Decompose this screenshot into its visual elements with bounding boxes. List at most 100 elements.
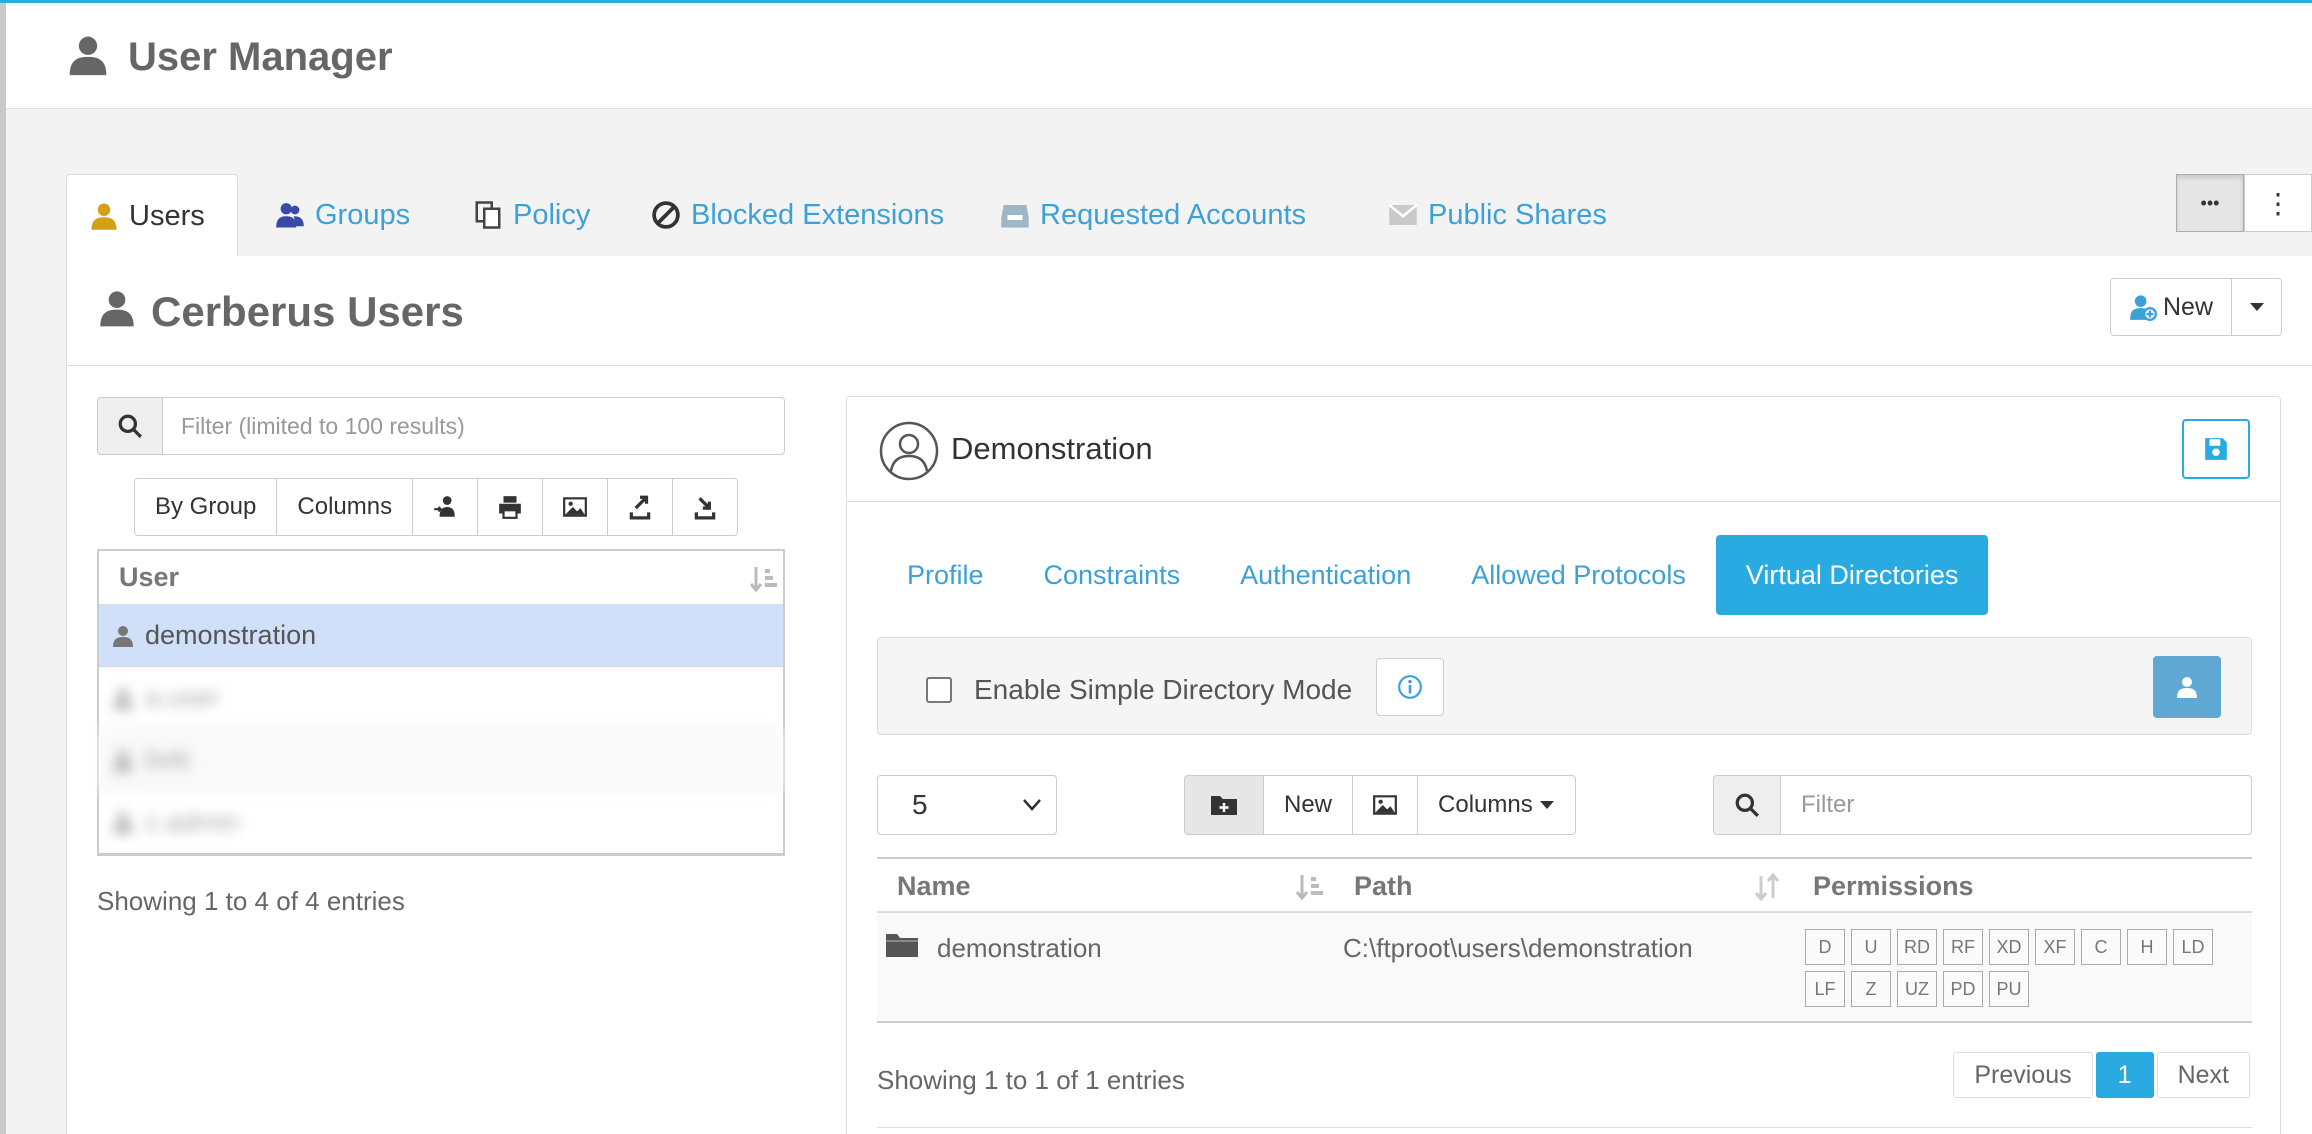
permission-badge[interactable]: XF — [2035, 929, 2075, 965]
sort-icon[interactable] — [1295, 873, 1325, 901]
permission-badges: D U RD RF XD XF C H LD LF Z UZ PD PU — [1805, 929, 2225, 1007]
tab-label: Groups — [315, 198, 411, 231]
user-row[interactable]: bob — [99, 729, 783, 791]
detail-header: Demonstration — [847, 397, 2280, 502]
tab-virtual-directories[interactable]: Virtual Directories — [1715, 535, 1989, 615]
columns-label: Columns — [1438, 791, 1533, 818]
permission-badge[interactable]: UZ — [1897, 971, 1937, 1007]
save-button[interactable] — [2182, 419, 2250, 479]
avatar-icon — [879, 421, 939, 481]
app-header: User Manager — [6, 3, 2312, 109]
tab-blocked-extensions[interactable]: Blocked Extensions — [629, 174, 966, 256]
copy-user-button[interactable] — [412, 478, 479, 536]
tab-label: Requested Accounts — [1040, 198, 1307, 231]
permission-badge[interactable]: RD — [1897, 929, 1937, 965]
columns-dropdown-button[interactable]: Columns — [1417, 775, 1576, 835]
user-grid-tools: By Group Columns — [134, 478, 739, 536]
user-column-header[interactable]: User — [99, 551, 783, 605]
permission-badge[interactable]: Z — [1851, 971, 1891, 1007]
path-column-header[interactable]: Path — [1354, 871, 1413, 902]
permission-badge[interactable]: LD — [2173, 929, 2213, 965]
tab-requested-accounts[interactable]: Requested Accounts — [978, 174, 1328, 256]
user-action-button[interactable] — [2153, 656, 2221, 718]
tab-constraints[interactable]: Constraints — [1014, 535, 1211, 615]
simple-directory-mode-label: Enable Simple Directory Mode — [974, 674, 1353, 705]
import-icon — [694, 497, 716, 520]
user-row[interactable]: a.user — [99, 667, 783, 729]
tab-users[interactable]: Users — [66, 174, 238, 257]
user-row[interactable]: c.admin — [99, 791, 783, 853]
page-size-value: 5 — [912, 789, 928, 820]
sort-both-icon[interactable] — [1753, 873, 1783, 901]
name-column-header[interactable]: Name — [897, 871, 971, 902]
image-export-button[interactable] — [1352, 775, 1419, 835]
table-row[interactable]: demonstration C:\ftproot\users\demonstra… — [877, 913, 2252, 1023]
user-row[interactable]: demonstration — [99, 605, 783, 667]
tab-profile[interactable]: Profile — [877, 535, 1014, 615]
permission-badge[interactable]: D — [1805, 929, 1845, 965]
user-filter-input[interactable] — [163, 397, 785, 455]
tab-groups[interactable]: Groups — [253, 174, 432, 256]
group-icon — [276, 203, 304, 228]
tab-allowed-protocols[interactable]: Allowed Protocols — [1441, 535, 1716, 615]
directory-name: demonstration — [937, 933, 1102, 963]
new-dropdown-toggle[interactable] — [2232, 278, 2282, 336]
next-page-button[interactable]: Next — [2156, 1052, 2250, 1098]
image-icon — [563, 497, 588, 517]
page-1-button[interactable]: 1 — [2095, 1052, 2154, 1098]
user-table-info: Showing 1 to 4 of 4 entries — [97, 886, 405, 916]
pagination: Previous 1 Next — [1950, 1052, 2250, 1098]
detail-user-name: Demonstration — [951, 431, 1153, 466]
inbox-icon — [1001, 205, 1029, 228]
user-icon — [2177, 677, 2197, 698]
search-addon — [1713, 775, 1781, 835]
tab-public-shares[interactable]: Public Shares — [1366, 174, 1629, 256]
print-button[interactable] — [477, 478, 544, 536]
import-button[interactable] — [672, 478, 739, 536]
simple-directory-mode-bar: Enable Simple Directory Mode — [877, 637, 2252, 735]
user-name: c.admin — [145, 806, 240, 837]
search-icon — [118, 414, 142, 438]
directory-table-info: Showing 1 to 1 of 1 entries — [877, 1065, 1185, 1095]
tab-label: Users — [129, 199, 205, 232]
user-icon — [113, 749, 133, 771]
add-user-icon — [2130, 295, 2157, 321]
permissions-column-header: Permissions — [1813, 871, 1974, 901]
new-folder-button[interactable] — [1184, 775, 1264, 835]
info-icon — [1398, 675, 1422, 699]
new-user-button[interactable]: New — [2110, 278, 2232, 336]
copy-icon — [475, 201, 501, 229]
virtual-directory-tools: 5 New Columns — [877, 775, 2252, 835]
ban-icon — [652, 201, 680, 229]
image-export-button[interactable] — [542, 478, 609, 536]
user-detail-card: Demonstration Profile Constraints Authen… — [846, 396, 2281, 1134]
user-filter — [97, 397, 785, 455]
more-button[interactable]: ••• — [2176, 174, 2244, 232]
search-addon — [97, 397, 163, 455]
copy-user-icon — [434, 496, 455, 517]
export-button[interactable] — [607, 478, 674, 536]
by-group-button[interactable]: By Group — [134, 478, 278, 536]
columns-button[interactable]: Columns — [276, 478, 414, 536]
permission-badge[interactable]: RF — [1943, 929, 1983, 965]
simple-directory-mode-checkbox[interactable] — [926, 677, 952, 703]
previous-page-button[interactable]: Previous — [1953, 1052, 2093, 1098]
directory-filter-input[interactable] — [1781, 775, 2252, 835]
permission-badge[interactable]: XD — [1989, 929, 2029, 965]
page-size-select[interactable]: 5 — [877, 775, 1057, 835]
info-button[interactable] — [1376, 658, 1444, 716]
permission-badge[interactable]: PD — [1943, 971, 1983, 1007]
tab-authentication[interactable]: Authentication — [1210, 535, 1441, 615]
permission-badge[interactable]: C — [2081, 929, 2121, 965]
sort-icon[interactable] — [749, 565, 779, 593]
table-header: Name Path Permissions — [877, 859, 2252, 913]
user-column-label: User — [119, 562, 180, 592]
kebab-menu-button[interactable]: ⋮ — [2244, 174, 2312, 232]
permission-badge[interactable]: U — [1851, 929, 1891, 965]
permission-badge[interactable]: H — [2127, 929, 2167, 965]
caret-down-icon — [2249, 303, 2264, 311]
new-directory-button[interactable]: New — [1263, 775, 1354, 835]
tab-policy[interactable]: Policy — [451, 174, 612, 256]
permission-badge[interactable]: PU — [1989, 971, 2029, 1007]
permission-badge[interactable]: LF — [1805, 971, 1845, 1007]
